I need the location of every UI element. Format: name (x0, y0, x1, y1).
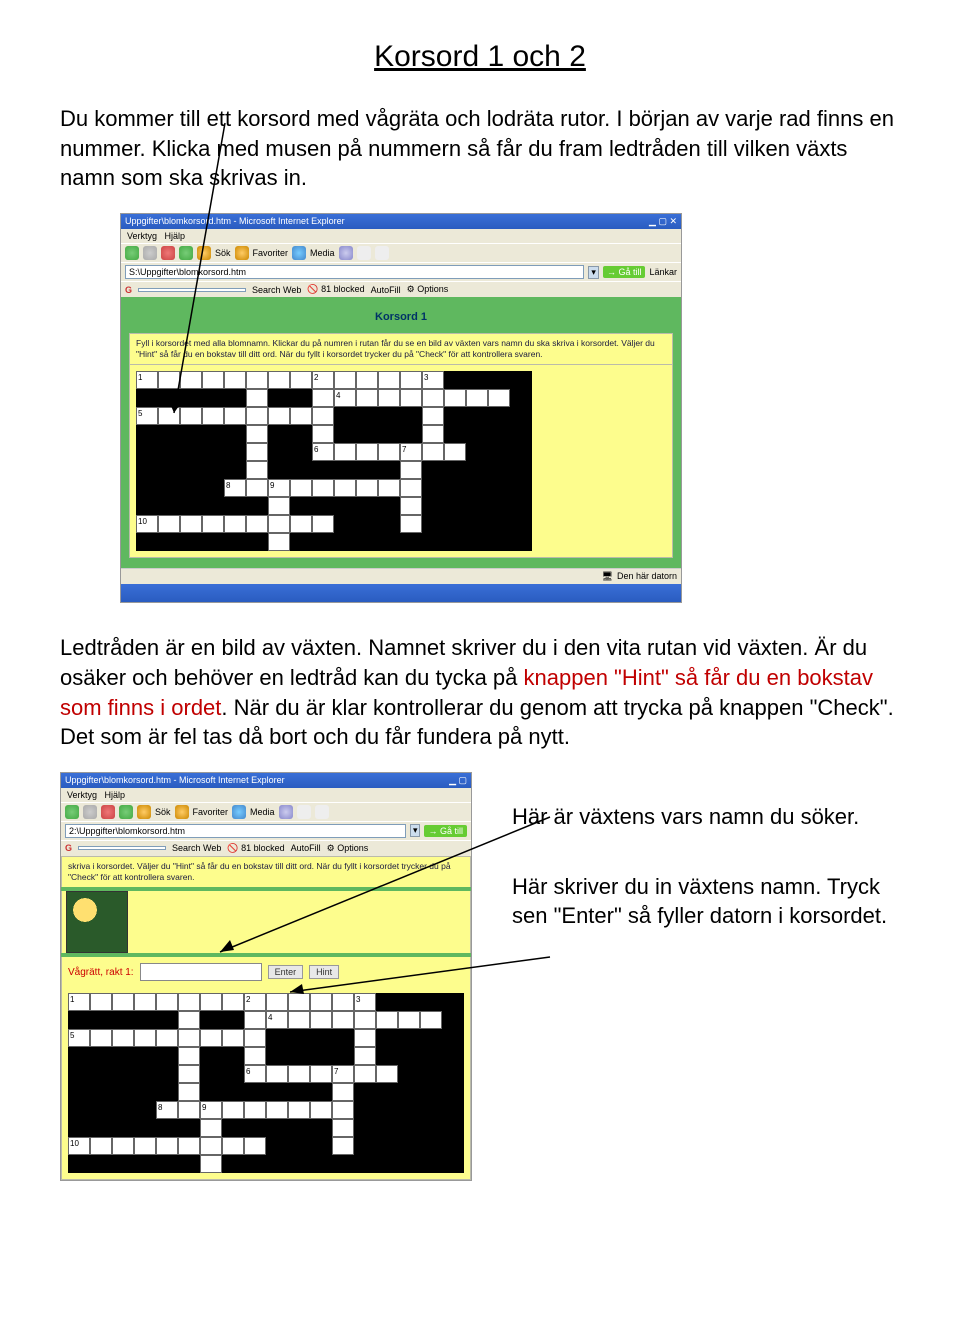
screenshot-1: Uppgifter\blomkorsord.htm - Microsoft In… (120, 213, 682, 603)
home-icon[interactable] (137, 805, 151, 819)
toolbar-media[interactable]: Media (310, 248, 335, 258)
history-icon[interactable] (339, 246, 353, 260)
go-button[interactable]: → Gå till (603, 266, 646, 278)
toolbar-favorites-2[interactable]: Favoriter (193, 807, 229, 817)
window-controls-2: ▁ ▢ (449, 775, 467, 786)
options-label[interactable]: ⚙ Options (407, 284, 449, 295)
print-icon[interactable] (315, 805, 329, 819)
crossword-grid-2[interactable]: 12345678910 (61, 987, 471, 1180)
instructions-box: Fyll i korsordet med alla blomnamn. Klic… (129, 333, 673, 365)
media-icon[interactable] (292, 246, 306, 260)
menubar-2: Verktyg Hjälp (61, 788, 471, 802)
addressbar-2: 2:\Uppgifter\blomkorsord.htm ▾ → Gå till (61, 821, 471, 840)
screenshot-2: Uppgifter\blomkorsord.htm - Microsoft In… (60, 772, 472, 1181)
plant-image (66, 891, 128, 953)
intro-paragraph: Du kommer till ett korsord med vågräta o… (60, 104, 900, 193)
toolbar: Sök Favoriter Media (121, 243, 681, 262)
links-label: Länkar (649, 267, 677, 277)
taskbar (121, 584, 681, 602)
google-search-input-2[interactable] (78, 846, 166, 850)
clue-row: Vågrätt, rakt 1: Enter Hint (61, 957, 471, 987)
menu-verktyg[interactable]: Verktyg (127, 231, 157, 241)
menu-hjalp-2[interactable]: Hjälp (105, 790, 126, 800)
page-title: Korsord 1 och 2 (60, 40, 900, 74)
window-title: Uppgifter\blomkorsord.htm - Microsoft In… (125, 216, 345, 227)
star-icon[interactable] (235, 246, 249, 260)
blocked-label-2[interactable]: 🚫 81 blocked (227, 843, 284, 854)
side-text-1: Här är växtens vars namn du söker. (512, 802, 900, 832)
status-text: Den här datorn (617, 571, 677, 582)
forward-icon[interactable] (143, 246, 157, 260)
google-icon: G (125, 285, 132, 295)
star-icon[interactable] (175, 805, 189, 819)
history-icon[interactable] (279, 805, 293, 819)
crossword-heading: Korsord 1 (129, 303, 673, 333)
google-search-input[interactable] (138, 288, 246, 292)
dropdown-icon[interactable]: ▾ (410, 824, 421, 837)
side-text-2: Här skriver du in växtens namn. Tryck se… (512, 872, 900, 931)
stop-icon[interactable] (101, 805, 115, 819)
page-content: Korsord 1 Fyll i korsordet med alla blom… (121, 297, 681, 568)
autofill-label[interactable]: AutoFill (371, 285, 401, 295)
refresh-icon[interactable] (179, 246, 193, 260)
autofill-label-2[interactable]: AutoFill (291, 843, 321, 853)
dropdown-icon[interactable]: ▾ (588, 266, 599, 279)
page-content-2: skriva i korsordet. Väljer du "Hint" så … (61, 856, 471, 1180)
zone-icon: 🖥 (602, 571, 613, 582)
address-input-2[interactable]: 2:\Uppgifter\blomkorsord.htm (65, 824, 406, 838)
google-icon: G (65, 843, 72, 853)
mail-icon[interactable] (297, 805, 311, 819)
back-icon[interactable] (65, 805, 79, 819)
go-button-2[interactable]: → Gå till (424, 825, 467, 837)
refresh-icon[interactable] (119, 805, 133, 819)
instructions-box-2: skriva i korsordet. Väljer du "Hint" så … (61, 856, 471, 887)
window-controls: ▁ ▢ ✕ (649, 216, 677, 227)
google-toolbar-2: G Search Web 🚫 81 blocked AutoFill ⚙ Opt… (61, 840, 471, 856)
stop-icon[interactable] (161, 246, 175, 260)
statusbar: 🖥 Den här datorn (121, 568, 681, 584)
enter-button[interactable]: Enter (268, 965, 304, 979)
window-titlebar-2: Uppgifter\blomkorsord.htm - Microsoft In… (61, 773, 471, 788)
crossword-grid[interactable]: 12345678910 (129, 365, 673, 558)
blocked-label[interactable]: 🚫 81 blocked (307, 284, 364, 295)
toolbar-2: Sök Favoriter Media (61, 802, 471, 821)
search-web-button[interactable]: Search Web (252, 285, 301, 295)
mail-icon[interactable] (357, 246, 371, 260)
menu-verktyg-2[interactable]: Verktyg (67, 790, 97, 800)
window-title-2: Uppgifter\blomkorsord.htm - Microsoft In… (65, 775, 285, 786)
print-icon[interactable] (375, 246, 389, 260)
addressbar: S:\Uppgifter\blomkorsord.htm ▾ → Gå till… (121, 262, 681, 281)
clue-label: Vågrätt, rakt 1: (68, 967, 134, 978)
answer-input[interactable] (140, 963, 262, 981)
media-icon[interactable] (232, 805, 246, 819)
address-input[interactable]: S:\Uppgifter\blomkorsord.htm (125, 265, 584, 279)
home-icon[interactable] (197, 246, 211, 260)
google-toolbar: G Search Web 🚫 81 blocked AutoFill ⚙ Opt… (121, 281, 681, 297)
forward-icon[interactable] (83, 805, 97, 819)
toolbar-media-2[interactable]: Media (250, 807, 275, 817)
menu-hjalp[interactable]: Hjälp (165, 231, 186, 241)
mid-paragraph: Ledtråden är en bild av växten. Namnet s… (60, 633, 900, 752)
search-web-button-2[interactable]: Search Web (172, 843, 221, 853)
hint-button[interactable]: Hint (309, 965, 339, 979)
toolbar-favorites[interactable]: Favoriter (253, 248, 289, 258)
options-label-2[interactable]: ⚙ Options (327, 843, 369, 854)
toolbar-search-2[interactable]: Sök (155, 807, 171, 817)
back-icon[interactable] (125, 246, 139, 260)
toolbar-search[interactable]: Sök (215, 248, 231, 258)
menubar: Verktyg Hjälp (121, 229, 681, 243)
window-titlebar: Uppgifter\blomkorsord.htm - Microsoft In… (121, 214, 681, 229)
